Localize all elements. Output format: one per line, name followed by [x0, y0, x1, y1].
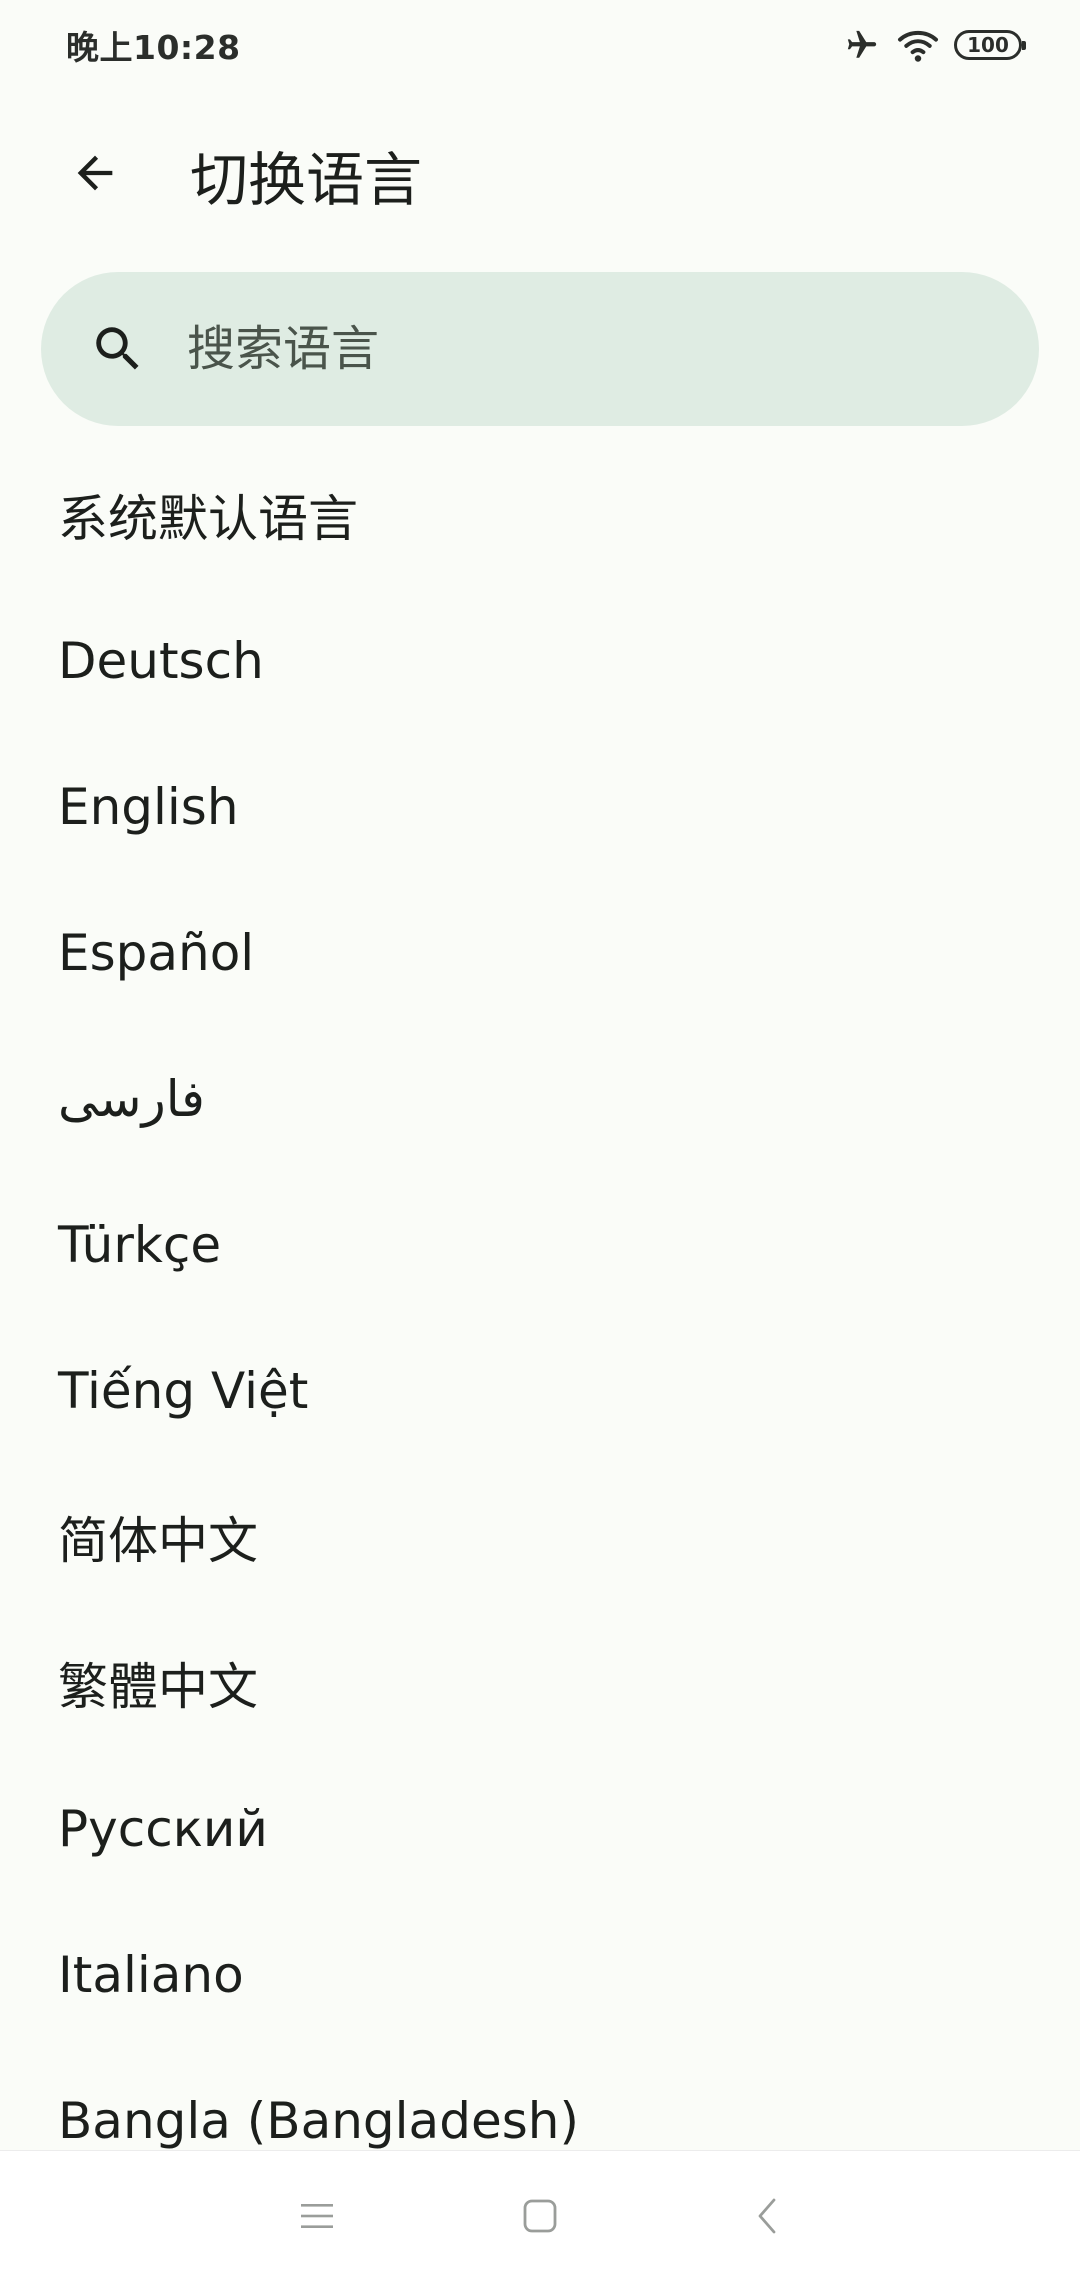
- search-bar[interactable]: [41, 272, 1039, 426]
- home-icon: [522, 2198, 558, 2234]
- status-time: 晚上10:28: [66, 28, 241, 67]
- back-chevron-icon: [752, 2196, 782, 2236]
- menu-icon: [299, 2201, 335, 2231]
- airplane-icon: [842, 28, 882, 62]
- language-item-italiano[interactable]: Italiano: [0, 1902, 1080, 2048]
- system-back-button[interactable]: [727, 2176, 807, 2256]
- language-item-traditional-chinese[interactable]: 繁體中文: [0, 1610, 1080, 1756]
- language-item-russian[interactable]: Русский: [0, 1756, 1080, 1902]
- language-item-tieng-viet[interactable]: Tiếng Việt: [0, 1318, 1080, 1464]
- status-bar: 晚上10:28 100: [0, 0, 1080, 90]
- status-icons: 100: [842, 27, 1026, 63]
- language-item-english[interactable]: English: [0, 734, 1080, 880]
- battery-icon: 100: [954, 30, 1026, 60]
- language-list: 系统默认语言 Deutsch English Español فارسی Tür…: [0, 442, 1080, 2150]
- battery-level: 100: [967, 33, 1009, 57]
- app-bar: 切换语言: [0, 110, 1080, 240]
- language-item-espanol[interactable]: Español: [0, 880, 1080, 1026]
- recents-button[interactable]: [277, 2176, 357, 2256]
- back-button[interactable]: [45, 125, 145, 225]
- language-item-simplified-chinese[interactable]: 简体中文: [0, 1464, 1080, 1610]
- language-item-farsi[interactable]: فارسی: [0, 1026, 1080, 1172]
- language-item-turkce[interactable]: Türkçe: [0, 1172, 1080, 1318]
- search-icon: [89, 320, 147, 378]
- home-button[interactable]: [500, 2176, 580, 2256]
- wifi-icon: [896, 27, 940, 63]
- search-input[interactable]: [185, 320, 965, 378]
- language-item-deutsch[interactable]: Deutsch: [0, 588, 1080, 734]
- arrow-left-icon: [69, 147, 121, 203]
- language-item-bangla[interactable]: Bangla (Bangladesh): [0, 2048, 1080, 2150]
- page-title: 切换语言: [190, 146, 423, 214]
- navigation-bar: [0, 2150, 1080, 2280]
- language-item-system-default[interactable]: 系统默认语言: [0, 442, 1080, 588]
